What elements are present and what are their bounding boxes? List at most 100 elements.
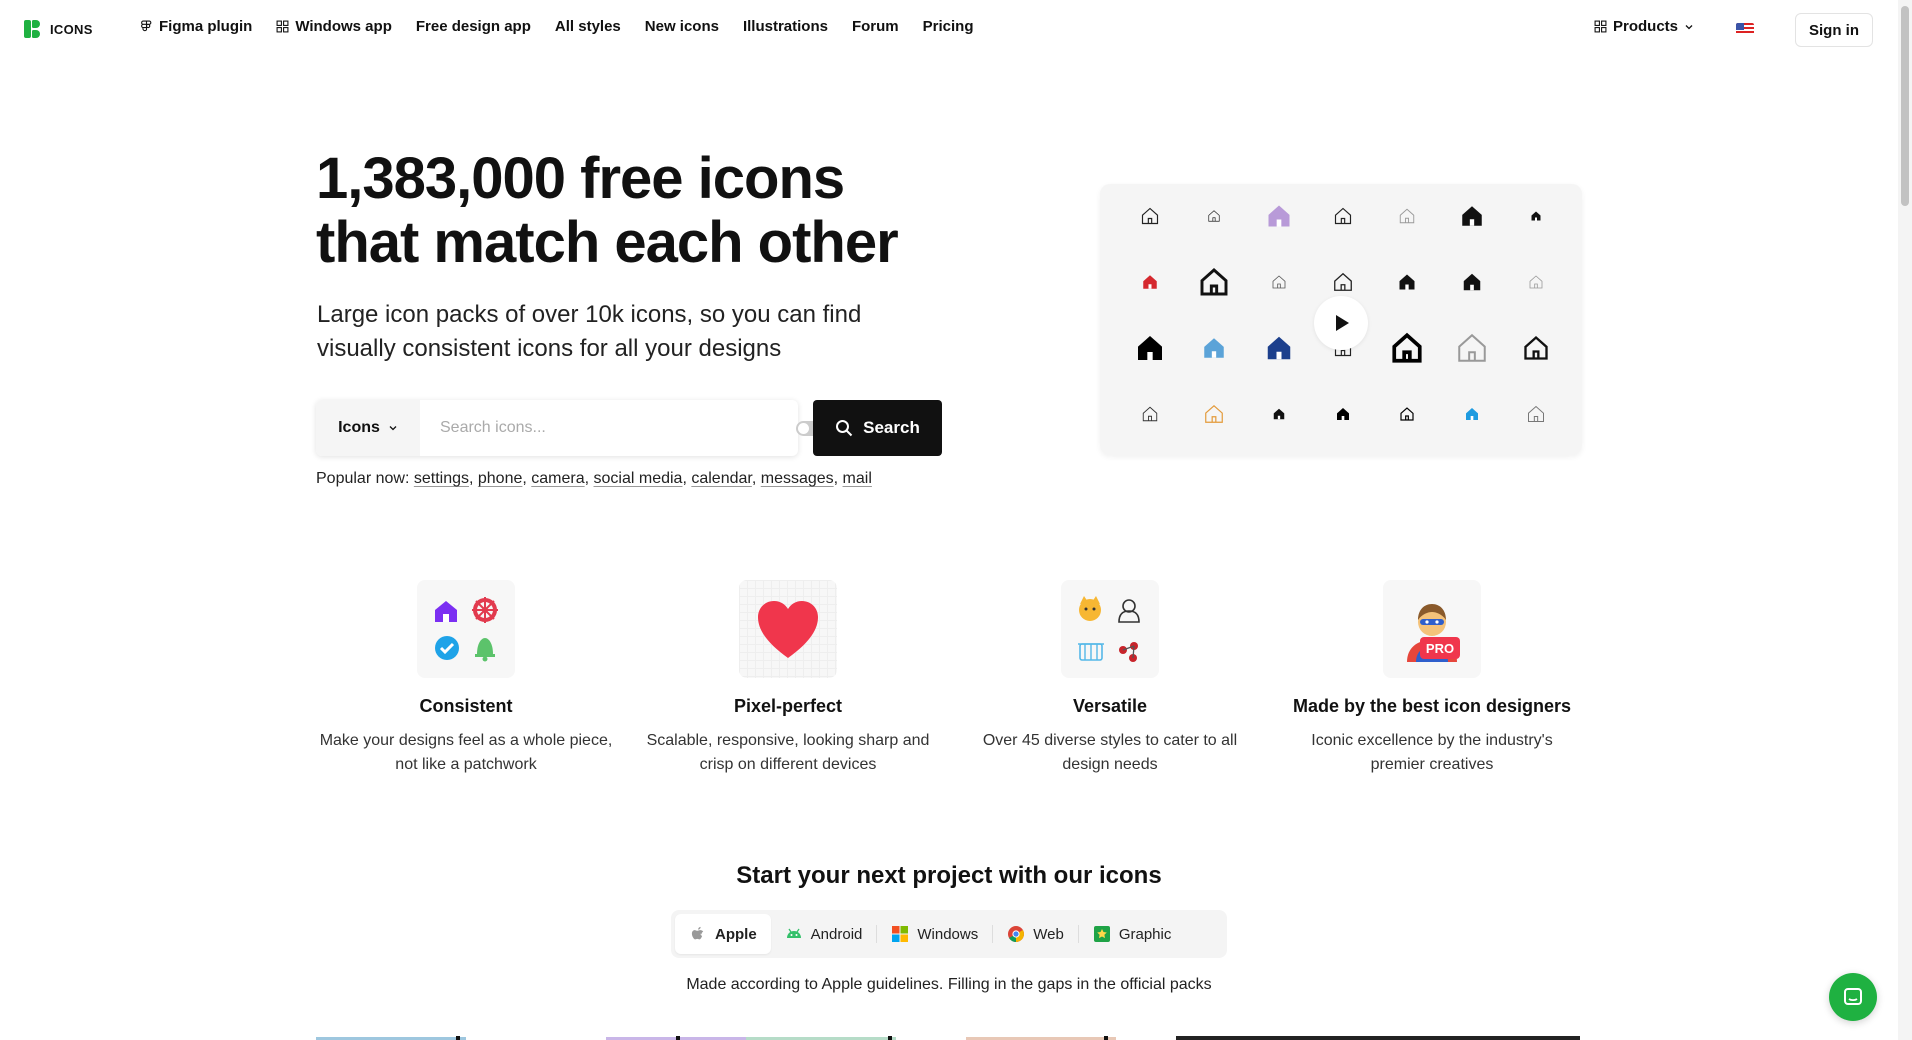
tab-web[interactable]: Web: [993, 914, 1078, 954]
building-icon: [1194, 262, 1234, 302]
house-heart-icon: [1387, 394, 1427, 434]
feature-tile: PRO: [1383, 580, 1481, 678]
nav-pricing[interactable]: Pricing: [923, 18, 974, 35]
feature-tile: [739, 580, 837, 678]
black-store-icon: [1452, 196, 1492, 236]
house-outline-icon: [1130, 196, 1170, 236]
popular-link[interactable]: phone: [478, 470, 523, 487]
section-title: Start your next project with our icons: [736, 862, 1162, 889]
hero-subtitle: Large icon packs of over 10k icons, so y…: [317, 301, 862, 362]
heart-icon: [758, 601, 818, 658]
purple-shop-icon: [1259, 196, 1299, 236]
nav-new-icons[interactable]: New icons: [645, 18, 719, 35]
play-video-button[interactable]: [1314, 296, 1368, 350]
nav-links: Figma plugin Windows app Free design app…: [140, 18, 974, 35]
feature-text: Iconic excellence by the industry's prem…: [1311, 732, 1553, 773]
nav-label: Windows app: [295, 18, 392, 35]
platform-tabs: Apple Android Windows Web Graphic: [671, 910, 1227, 958]
store-outline-icon: [1323, 196, 1363, 236]
feature-tile: [417, 580, 515, 678]
tab-windows[interactable]: Windows: [877, 914, 992, 954]
popular-link[interactable]: social media: [594, 470, 683, 487]
small-house-icon: [1194, 196, 1234, 236]
house-bold-icon: [1387, 328, 1427, 368]
versatile-styles-icon: [1078, 596, 1140, 662]
feature-consistent: Consistent Make your designs feel as a w…: [316, 580, 616, 777]
search-icon: [836, 420, 853, 437]
nav-illustrations[interactable]: Illustrations: [743, 18, 828, 35]
nav-windows-app[interactable]: Windows app: [276, 18, 392, 35]
popular-link[interactable]: messages: [761, 470, 834, 487]
products-label: Products: [1613, 18, 1679, 35]
nav-label: New icons: [644, 18, 719, 35]
search-type-select[interactable]: Icons: [316, 400, 420, 456]
hero-title: 1,383,000 free icons that match each oth…: [316, 147, 956, 275]
gate-icon: [1259, 262, 1299, 302]
logo[interactable]: ICONS: [24, 20, 93, 38]
house-window-icon: [1516, 328, 1556, 368]
scrollbar[interactable]: [1898, 0, 1912, 1040]
nav-forum[interactable]: Forum: [852, 18, 899, 35]
nav-label: Free design app: [415, 18, 531, 35]
popular-link[interactable]: settings: [414, 470, 469, 487]
chrome-icon: [1008, 926, 1025, 942]
tab-android[interactable]: Android: [771, 914, 877, 954]
feature-text: Scalable, responsive, looking sharp and …: [646, 732, 930, 773]
tab-label: Windows: [917, 925, 979, 943]
house-sketch-icon: [1452, 328, 1492, 368]
search-type-label: Icons: [338, 419, 380, 436]
feature-versatile: Versatile Over 45 diverse styles to cate…: [960, 580, 1260, 777]
hero-title-line-2: that match each other: [316, 210, 899, 275]
feature-title: Consistent: [419, 696, 513, 716]
feature-pixel-perfect: Pixel-perfect Scalable, responsive, look…: [638, 580, 938, 777]
popular-link[interactable]: mail: [843, 470, 872, 487]
nav-all-styles[interactable]: All styles: [555, 18, 621, 35]
nav-label: Illustrations: [742, 18, 828, 35]
gray-shop-icon: [1387, 196, 1427, 236]
feature-text: Make your designs feel as a whole piece,…: [319, 732, 613, 773]
tab-graphic[interactable]: Graphic: [1079, 914, 1186, 954]
search-button-label: Search: [863, 418, 920, 437]
apple-icon: [691, 926, 704, 940]
grid-icon: [1594, 20, 1607, 33]
android-icon: [786, 928, 801, 938]
nav-free-design-app[interactable]: Free design app: [416, 18, 531, 35]
chevron-down-icon: [389, 426, 397, 431]
search-button[interactable]: Search: [813, 400, 942, 456]
tab-apple[interactable]: Apple: [675, 914, 771, 954]
sign-in-button[interactable]: Sign in: [1795, 13, 1873, 47]
figma-icon: [141, 20, 152, 32]
chat-support-button[interactable]: [1829, 973, 1877, 1021]
hero-title-line-1: 1,383,000 free icons: [316, 146, 845, 211]
consistent-icons-icon: [435, 597, 498, 662]
blue-building-icon: [1194, 328, 1234, 368]
feature-title: Versatile: [1072, 696, 1148, 716]
tab-label: Graphic: [1118, 925, 1172, 943]
red-shop-icon: [1130, 262, 1170, 302]
scrollbar-thumb[interactable]: [1901, 6, 1909, 206]
feature-title: Made by the best icon designers: [1292, 696, 1572, 716]
small-house-solid-icon: [1259, 394, 1299, 434]
us-flag-icon[interactable]: [1736, 23, 1754, 35]
tab-label: Web: [1033, 925, 1064, 943]
products-menu[interactable]: Products: [1594, 18, 1694, 35]
feature-tile: [1061, 580, 1159, 678]
preview-cards-edge: [316, 1036, 1580, 1040]
graphic-icon: [1093, 926, 1110, 942]
play-icon: [1336, 315, 1349, 331]
logo-text: ICONS: [50, 21, 93, 37]
popular-link[interactable]: calendar: [691, 470, 752, 487]
nav-figma-plugin[interactable]: Figma plugin: [140, 18, 252, 35]
feature-title: Pixel-perfect: [733, 696, 843, 716]
chevron-down-icon: [1685, 24, 1693, 29]
popular-link[interactable]: camera: [531, 470, 584, 487]
tab-label: Android: [810, 925, 863, 943]
search-box: Icons AI: [316, 400, 891, 456]
logo-mark-icon: [24, 20, 40, 38]
tab-label: Apple: [715, 925, 757, 943]
house-solid-icon: [1130, 328, 1170, 368]
tiny-house-icon: [1516, 196, 1556, 236]
feature-text: Over 45 diverse styles to cater to all d…: [982, 732, 1238, 773]
popular-searches: Popular now: settings, phone, camera, so…: [316, 470, 872, 487]
nav-label: Forum: [851, 18, 899, 35]
